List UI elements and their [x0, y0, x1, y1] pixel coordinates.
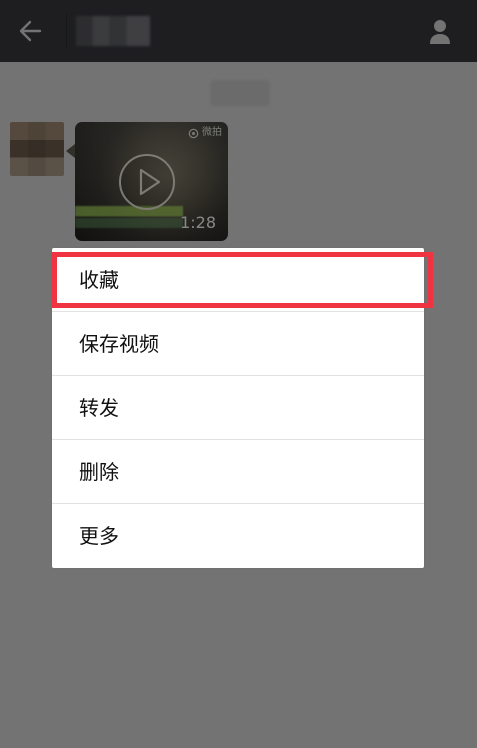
context-menu: 收藏 保存视频 转发 删除 更多	[52, 248, 424, 568]
menu-item-favorite[interactable]: 收藏	[52, 248, 424, 312]
menu-item-more[interactable]: 更多	[52, 504, 424, 568]
menu-item-delete[interactable]: 删除	[52, 440, 424, 504]
menu-item-forward[interactable]: 转发	[52, 376, 424, 440]
menu-item-save-video[interactable]: 保存视频	[52, 312, 424, 376]
